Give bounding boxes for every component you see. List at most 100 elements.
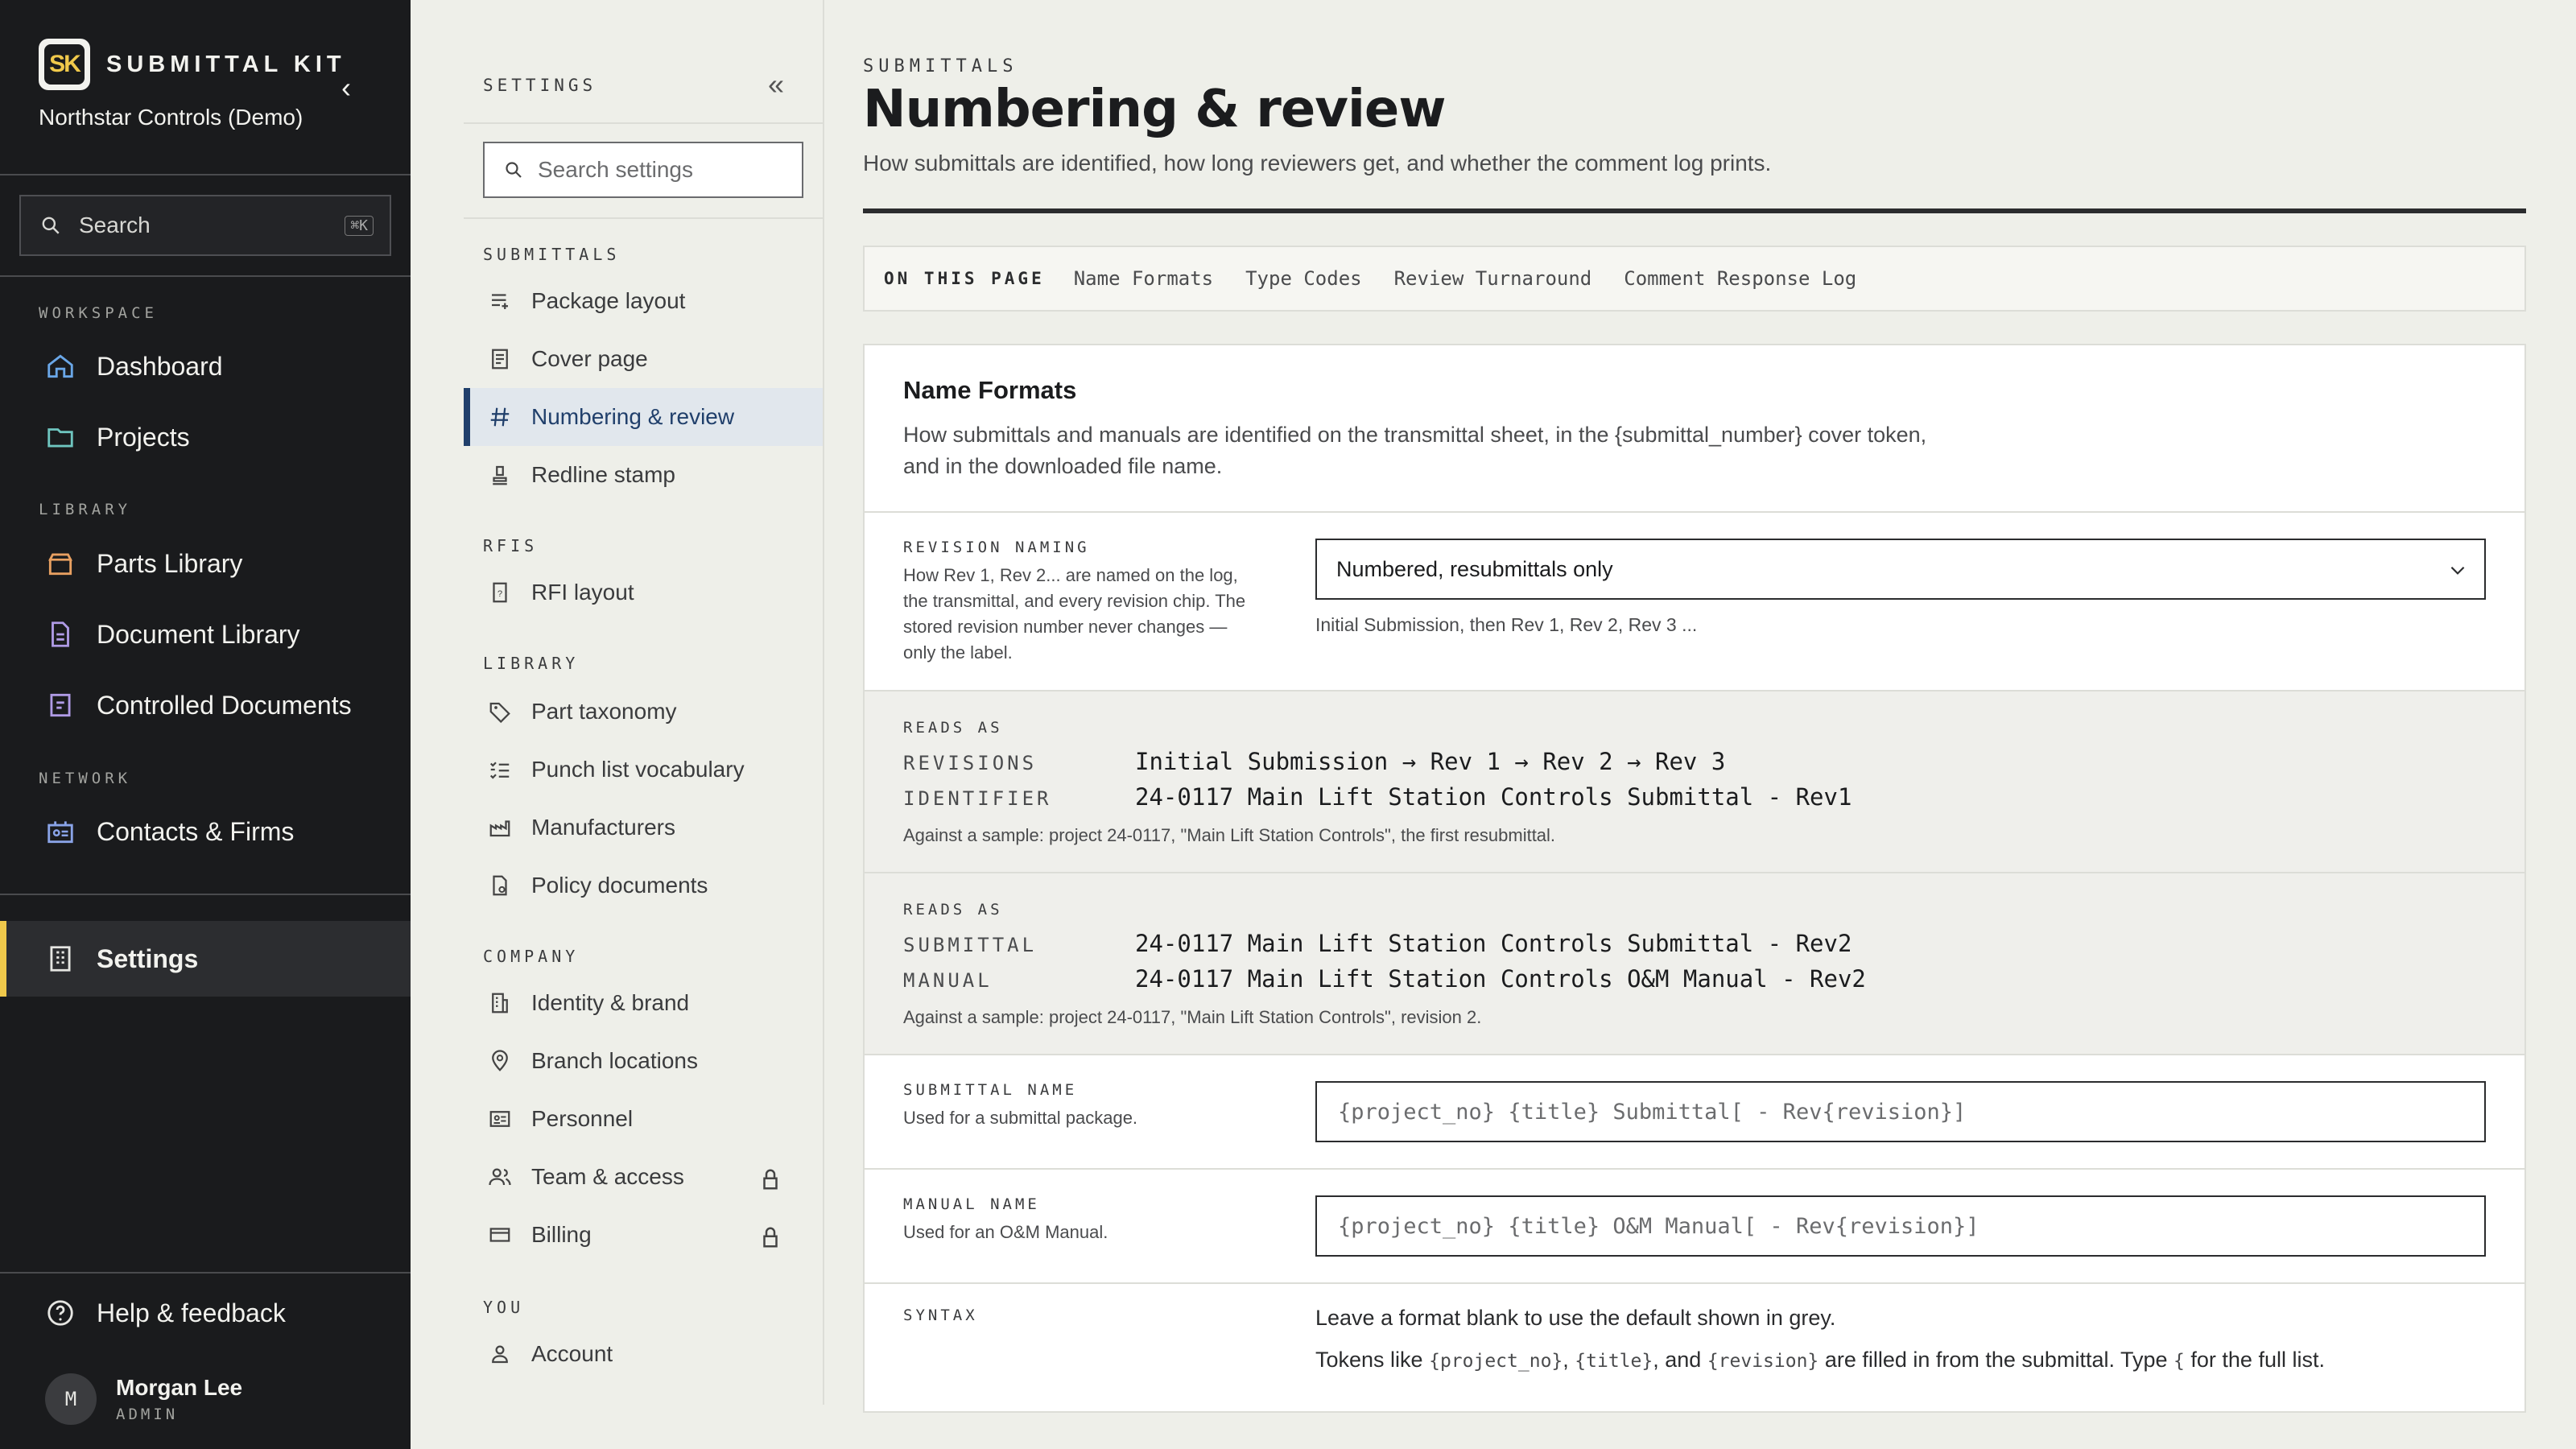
reads-as-preview-names: READS AS SUBMITTAL 24-0117 Main Lift Stat…: [865, 872, 2524, 1054]
settings-item-team-access[interactable]: Team & access: [464, 1148, 823, 1206]
settings-item-package-layout[interactable]: Package layout: [464, 272, 823, 330]
chevron-down-icon: [2450, 566, 2465, 575]
settings-item-manufacturers[interactable]: Manufacturers: [464, 799, 823, 857]
divider: [0, 275, 411, 277]
settings-item-label: Punch list vocabulary: [531, 757, 745, 782]
team-icon: [489, 1168, 511, 1186]
preview-value: 24-0117 Main Lift Station Controls Submi…: [1135, 930, 1852, 957]
preview-value: 24-0117 Main Lift Station Controls Submi…: [1135, 783, 1852, 811]
section-network: NETWORK: [39, 770, 132, 787]
tag-icon: [489, 702, 510, 724]
preview-value: 24-0117 Main Lift Station Controls O&M M…: [1135, 965, 1866, 993]
divider: [464, 122, 823, 124]
divider: [464, 217, 823, 219]
anchor-type-codes[interactable]: Type Codes: [1245, 267, 1362, 290]
syntax-row: SYNTAX Leave a format blank to use the d…: [865, 1282, 2524, 1411]
token: {project_no}: [1429, 1351, 1563, 1372]
preview-label: READS AS: [903, 901, 1003, 919]
settings-item-redline-stamp[interactable]: Redline stamp: [464, 446, 823, 504]
page-lead: How submittals are identified, how long …: [863, 151, 1772, 175]
page-eyebrow: SUBMITTALS: [863, 56, 1018, 76]
submittal-name-row: SUBMITTAL NAME Used for a submittal pack…: [865, 1054, 2524, 1168]
field-label: SYNTAX: [903, 1307, 978, 1324]
manual-name-input[interactable]: {project_no} {title} O&M Manual[ - Rev{r…: [1315, 1195, 2486, 1257]
desc-line: and in the downloaded file name.: [903, 454, 1223, 478]
select-value: Numbered, resubmittals only: [1336, 556, 1613, 581]
app-name: SUBMITTAL KIT: [106, 51, 346, 77]
user-icon: [492, 1345, 508, 1364]
field-help: How Rev 1, Rev 2... are named on the log…: [903, 565, 1246, 663]
syntax-text: are filled in from the submittal. Type: [1824, 1348, 2168, 1372]
stamp-icon: [493, 465, 507, 485]
nav-help-feedback[interactable]: Help & feedback: [45, 1293, 286, 1333]
lock-icon: [763, 1227, 778, 1248]
lock-icon: [763, 1169, 778, 1190]
nav-parts-library[interactable]: Parts Library: [45, 543, 242, 584]
settings-search-input[interactable]: Search settings: [483, 142, 803, 198]
controlled-doc-icon: [50, 693, 71, 717]
app-sidebar: SK SUBMITTAL KIT ‹ Northstar Controls (D…: [0, 0, 411, 1449]
syntax-text: for the full list.: [2190, 1348, 2325, 1372]
token: {: [2174, 1351, 2185, 1372]
nav-controlled-documents[interactable]: Controlled Documents: [45, 685, 352, 725]
nav-settings[interactable]: Settings: [0, 921, 411, 997]
user-menu[interactable]: M Morgan Lee ADMIN: [45, 1373, 242, 1425]
nav-label: Dashboard: [97, 351, 223, 381]
avatar: M: [45, 1373, 97, 1425]
on-this-page: ON THIS PAGE Name Formats Type Codes Rev…: [863, 246, 2526, 312]
search-icon: [506, 162, 522, 178]
search-label: Search: [79, 213, 151, 237]
nav-document-library[interactable]: Document Library: [45, 614, 300, 654]
divider: [0, 1272, 411, 1274]
divider: [0, 894, 411, 895]
folder-icon: [47, 428, 73, 448]
svg-text:?: ?: [497, 589, 502, 599]
settings-item-billing[interactable]: Billing: [464, 1206, 823, 1264]
nav-contacts-firms[interactable]: Contacts & Firms: [45, 811, 294, 852]
app-logo: SK: [39, 39, 90, 90]
settings-item-branch-locations[interactable]: Branch locations: [464, 1032, 823, 1090]
preview-sample-note: Against a sample: project 24-0117, "Main…: [903, 1007, 1482, 1027]
nav-dashboard[interactable]: Dashboard: [45, 346, 223, 386]
settings-item-account[interactable]: Account: [464, 1325, 823, 1383]
syntax-text: Tokens like: [1315, 1348, 1423, 1372]
global-search[interactable]: Search ⌘K: [19, 195, 391, 256]
brand[interactable]: SK SUBMITTAL KIT: [39, 39, 346, 90]
contacts-icon: [47, 821, 73, 844]
preview-key: MANUAL: [903, 969, 993, 992]
settings-item-numbering-review[interactable]: Numbering & review: [464, 388, 823, 446]
nav-label: Document Library: [97, 619, 300, 649]
anchor-comment-response-log[interactable]: Comment Response Log: [1624, 267, 1856, 290]
field-help: Used for a submittal package.: [903, 1108, 1138, 1128]
policy-icon: [493, 875, 507, 896]
nav-projects[interactable]: Projects: [45, 417, 190, 457]
settings-item-label: Part taxonomy: [531, 699, 677, 724]
settings-item-label: Policy documents: [531, 873, 708, 898]
settings-item-personnel[interactable]: Personnel: [464, 1090, 823, 1148]
preview-key: REVISIONS: [903, 752, 1038, 774]
settings-item-rfi-layout[interactable]: ? RFI layout: [464, 564, 823, 621]
manual-name-row: MANUAL NAME Used for an O&M Manual. {pro…: [865, 1168, 2524, 1282]
settings-item-punch-list-vocabulary[interactable]: Punch list vocabulary: [464, 741, 823, 799]
settings-item-policy-documents[interactable]: Policy documents: [464, 857, 823, 914]
group-you: YOU: [483, 1298, 525, 1317]
rfi-icon: ?: [493, 582, 507, 603]
settings-item-label: Identity & brand: [531, 990, 690, 1015]
revision-naming-select[interactable]: Numbered, resubmittals only: [1315, 539, 2486, 600]
group-rfis: RFIS: [483, 536, 539, 555]
field-help: Used for an O&M Manual.: [903, 1222, 1108, 1242]
user-name: Morgan Lee: [116, 1375, 243, 1400]
settings-item-part-taxonomy[interactable]: Part taxonomy: [464, 683, 823, 741]
collapse-settings-nav-icon[interactable]: «: [768, 68, 784, 101]
org-name[interactable]: Northstar Controls (Demo): [39, 105, 303, 130]
collapse-sidebar-icon[interactable]: ‹: [341, 71, 351, 105]
settings-item-identity-brand[interactable]: Identity & brand: [464, 974, 823, 1032]
anchor-name-formats[interactable]: Name Formats: [1074, 267, 1213, 290]
settings-item-label: Cover page: [531, 346, 648, 371]
anchor-review-turnaround[interactable]: Review Turnaround: [1394, 267, 1592, 290]
factory-icon: [489, 820, 510, 837]
settings-item-label: Manufacturers: [531, 815, 675, 840]
submittal-name-input[interactable]: {project_no} {title} Submittal[ - Rev{re…: [1315, 1081, 2486, 1142]
credit-card-icon: [489, 1228, 510, 1242]
settings-item-cover-page[interactable]: Cover page: [464, 330, 823, 388]
